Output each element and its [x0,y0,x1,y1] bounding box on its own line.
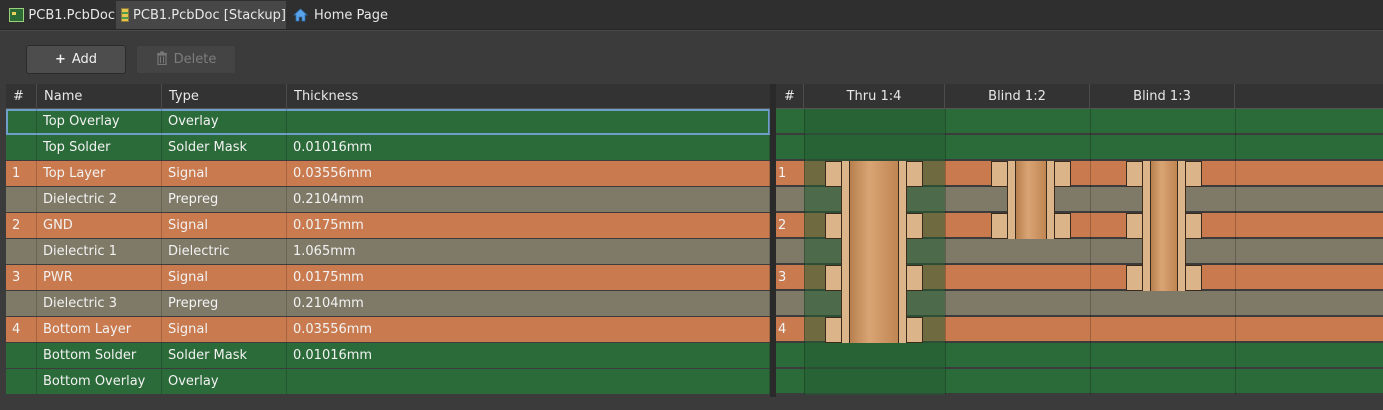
pcb-doc-icon [9,8,25,22]
tab-label: Home Page [314,7,388,23]
table-row[interactable]: Bottom Solder Solder Mask 0.01016mm [6,343,770,369]
layer-name-cell[interactable]: Dielectric 1 [37,239,162,264]
stackup-manager-window: PCB1.PcbDoc PCB1.PcbDoc [Stackup] Home P… [0,0,1383,410]
column-header-number[interactable]: # [6,84,37,109]
add-button[interactable]: + Add [26,45,126,74]
via-column-header-blind-1-3[interactable]: Blind 1:3 [1090,84,1235,109]
tab-home-page[interactable]: Home Page [288,1,388,29]
layer-type-cell[interactable]: Overlay [162,109,287,134]
table-row[interactable]: Top Overlay Overlay [6,109,770,135]
layer-number-cell[interactable]: 2 [6,213,37,238]
layer-number-cell[interactable]: 4 [6,317,37,342]
table-row[interactable]: Bottom Overlay Overlay [6,369,770,395]
document-tab-bar: PCB1.PcbDoc PCB1.PcbDoc [Stackup] Home P… [0,0,1383,30]
layer-number-cell[interactable]: 3 [6,265,37,290]
layer-name-cell[interactable]: Top Solder [37,135,162,160]
layer-name-cell[interactable]: Bottom Overlay [37,369,162,394]
stackup-layer-number: 3 [778,270,787,285]
layer-stack-icon [121,8,130,22]
table-row[interactable]: Top Solder Solder Mask 0.01016mm [6,135,770,161]
via-column-divider [1235,109,1236,395]
layer-name-cell[interactable]: Top Layer [37,161,162,186]
column-header-thickness[interactable]: Thickness [287,84,770,109]
layer-type-cell[interactable]: Prepreg [162,187,287,212]
stackup-layer-number: 2 [778,218,787,233]
layer-table: # Name Type Thickness Top Overlay Overlay… [6,84,770,410]
layer-name-cell[interactable]: Top Overlay [37,109,162,134]
layer-thickness-cell[interactable] [287,109,770,134]
via-column-divider [1090,109,1091,395]
layer-name-cell[interactable]: Dielectric 2 [37,187,162,212]
tab-pcb-doc[interactable]: PCB1.PcbDoc [4,1,115,29]
stackup-toolbar: + Add Delete [0,30,1383,84]
tab-stackup[interactable]: PCB1.PcbDoc [Stackup] [116,1,286,29]
via-column-divider [804,109,805,395]
delete-button[interactable]: Delete [136,45,236,74]
layer-name-cell[interactable]: GND [37,213,162,238]
layer-number-cell[interactable] [6,291,37,316]
layer-type-cell[interactable]: Overlay [162,369,287,394]
layer-thickness-cell[interactable]: 1.065mm [287,239,770,264]
via-barrel-core [1015,161,1047,239]
layer-thickness-cell[interactable]: 0.01016mm [287,343,770,368]
layer-name-cell[interactable]: PWR [37,265,162,290]
via-column-header-thru[interactable]: Thru 1:4 [804,84,945,109]
table-row[interactable]: 3 PWR Signal 0.0175mm [6,265,770,291]
layer-number-cell[interactable] [6,239,37,264]
column-header-type[interactable]: Type [162,84,287,109]
stackup-drawing: 1 2 3 4 [776,109,1383,397]
via-column-header-number: # [776,84,804,109]
layer-type-cell[interactable]: Solder Mask [162,343,287,368]
layer-thickness-cell[interactable]: 0.0175mm [287,213,770,238]
layer-type-cell[interactable]: Prepreg [162,291,287,316]
table-header: # Name Type Thickness [6,84,770,109]
layer-type-cell[interactable]: Signal [162,317,287,342]
status-strip [0,397,1383,410]
layer-name-cell[interactable]: Bottom Solder [37,343,162,368]
layer-number-cell[interactable] [6,343,37,368]
layer-name-cell[interactable]: Dielectric 3 [37,291,162,316]
layer-type-cell[interactable]: Signal [162,265,287,290]
layer-thickness-cell[interactable]: 0.2104mm [287,187,770,212]
via-barrel-core [849,161,899,343]
tab-label: PCB1.PcbDoc [28,7,115,23]
layer-name-cell[interactable]: Bottom Layer [37,317,162,342]
layer-number-cell[interactable]: 1 [6,161,37,186]
via-column-divider [945,109,946,395]
layer-number-cell[interactable] [6,369,37,394]
layer-thickness-cell[interactable]: 0.03556mm [287,317,770,342]
layer-type-cell[interactable]: Solder Mask [162,135,287,160]
tab-label: PCB1.PcbDoc [Stackup] [133,7,286,23]
layer-thickness-cell[interactable]: 0.01016mm [287,135,770,160]
via-span-panel: # Thru 1:4 Blind 1:2 Blind 1:3 1 2 3 4 [776,84,1383,410]
stackup-layer-number: 1 [778,166,787,181]
home-icon [293,8,310,22]
table-row[interactable]: 2 GND Signal 0.0175mm [6,213,770,239]
via-column-header-empty [1235,84,1383,109]
via-header: # Thru 1:4 Blind 1:2 Blind 1:3 [776,84,1383,109]
layer-thickness-cell[interactable]: 0.2104mm [287,291,770,316]
via-column-header-blind-1-2[interactable]: Blind 1:2 [945,84,1090,109]
table-row[interactable]: 1 Top Layer Signal 0.03556mm [6,161,770,187]
add-button-label: Add [71,52,98,67]
layer-type-cell[interactable]: Signal [162,213,287,238]
table-row[interactable]: Dielectric 1 Dielectric 1.065mm [6,239,770,265]
column-header-name[interactable]: Name [37,84,162,109]
layer-thickness-cell[interactable]: 0.03556mm [287,161,770,186]
stackup-layer-number: 4 [778,322,787,337]
layer-type-cell[interactable]: Dielectric [162,239,287,264]
layer-number-cell[interactable] [6,135,37,160]
layer-thickness-cell[interactable] [287,369,770,394]
plus-icon: + [54,52,66,67]
layer-thickness-cell[interactable]: 0.0175mm [287,265,770,290]
table-row[interactable]: 4 Bottom Layer Signal 0.03556mm [6,317,770,343]
table-row[interactable]: Dielectric 2 Prepreg 0.2104mm [6,187,770,213]
layer-type-cell[interactable]: Signal [162,161,287,186]
delete-button-label: Delete [173,52,217,67]
trash-icon [156,51,168,69]
via-barrel-core [1150,161,1178,291]
layer-number-cell[interactable] [6,187,37,212]
table-row[interactable]: Dielectric 3 Prepreg 0.2104mm [6,291,770,317]
layer-number-cell[interactable] [6,109,37,134]
